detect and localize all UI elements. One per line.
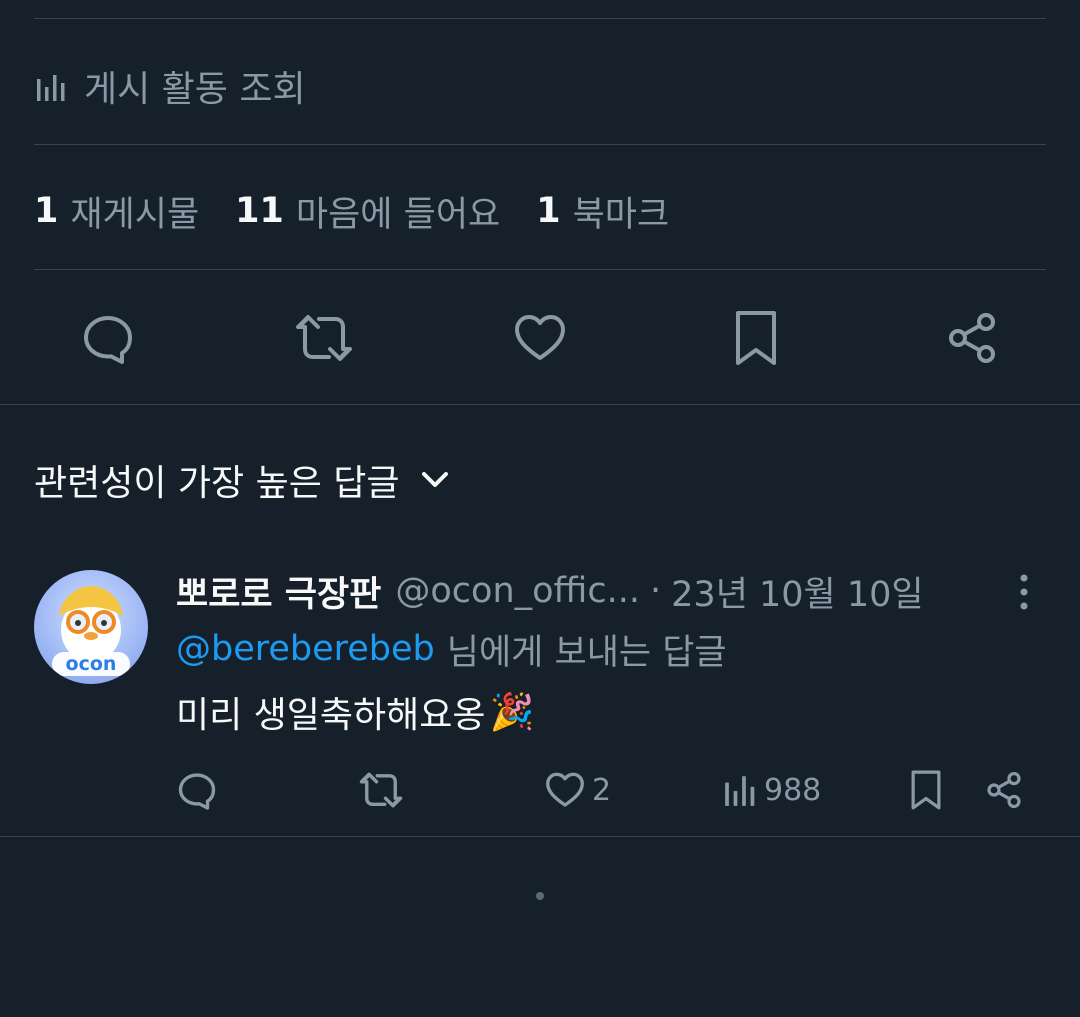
repost-icon: [294, 310, 354, 366]
engagement-stats: 1 재게시물 11 마음에 들어요 1 북마크: [34, 186, 705, 236]
repost-button[interactable]: [294, 308, 354, 368]
reply-date[interactable]: 23년 10월 10일: [671, 566, 923, 617]
header-separator: ·: [650, 571, 662, 611]
replying-to: @bereberebeb 님에게 보내는 답글: [176, 624, 727, 674]
share-icon: [984, 770, 1024, 810]
post-analytics-link[interactable]: 게시 활동 조회: [34, 58, 306, 114]
reply-sort-dropdown[interactable]: 관련성이 가장 높은 답글: [34, 452, 450, 508]
likes-count: 11: [235, 191, 284, 231]
reply-repost-button[interactable]: [358, 766, 404, 814]
reply-reply-button[interactable]: [176, 766, 218, 814]
divider-stats: [34, 269, 1046, 270]
reply-body: 미리 생일축하해요옹 🎉: [176, 685, 534, 739]
share-button[interactable]: [942, 308, 1002, 368]
like-icon: [512, 310, 568, 366]
reply-text: 미리 생일축하해요옹: [176, 695, 486, 736]
bookmark-icon: [906, 768, 946, 812]
loading-indicator: [536, 892, 544, 900]
divider-top: [34, 18, 1046, 19]
divider-analytics: [34, 144, 1046, 145]
reply-bookmark-button[interactable]: [906, 766, 946, 814]
reply-like-button[interactable]: 2: [544, 766, 611, 814]
party-popper-icon: 🎉: [489, 692, 535, 733]
bookmark-button[interactable]: [726, 308, 786, 368]
reply-icon: [80, 310, 136, 366]
like-button[interactable]: [510, 308, 570, 368]
divider-reply: [0, 836, 1080, 837]
likes-label: 마음에 들어요: [295, 194, 501, 235]
reposts-stat[interactable]: 1 재게시물: [34, 186, 199, 237]
reply-button[interactable]: [78, 308, 138, 368]
share-icon: [944, 310, 1000, 366]
more-vertical-icon: [1019, 572, 1029, 612]
reply-author-name[interactable]: 뽀로로 극장판: [176, 566, 381, 617]
avatar[interactable]: ocon: [34, 570, 148, 684]
reply-views-button[interactable]: 988: [722, 766, 821, 814]
analytics-bars-icon: [34, 69, 68, 103]
replying-to-label: 님에게 보내는 답글: [446, 632, 727, 673]
repost-icon: [358, 769, 404, 811]
reply-author-handle[interactable]: @ocon_offic...: [395, 571, 640, 611]
bookmarks-label: 북마크: [572, 194, 670, 235]
analytics-label: 게시 활동 조회: [84, 69, 306, 110]
reposts-count: 1: [34, 191, 59, 231]
reply-share-button[interactable]: [984, 766, 1024, 814]
reply-like-count: 2: [592, 772, 612, 808]
reply-icon: [176, 769, 218, 811]
analytics-bars-icon: [722, 772, 758, 808]
reply-action-bar: 2 988: [0, 760, 1080, 820]
mention-link[interactable]: @bereberebeb: [176, 629, 435, 669]
bookmark-icon: [728, 308, 784, 368]
more-options-button[interactable]: [1004, 570, 1044, 614]
likes-stat[interactable]: 11 마음에 들어요: [235, 186, 500, 237]
like-icon: [544, 769, 586, 811]
bookmarks-count: 1: [536, 191, 561, 231]
reply-sort-label: 관련성이 가장 높은 답글: [34, 463, 400, 504]
chevron-down-icon: [420, 469, 450, 491]
post-action-bar: [0, 300, 1080, 380]
bookmarks-stat[interactable]: 1 북마크: [536, 186, 669, 237]
reposts-label: 재게시물: [70, 194, 200, 235]
avatar-logo-text: ocon: [66, 653, 117, 675]
reply-view-count: 988: [764, 772, 822, 808]
divider-actions: [0, 404, 1080, 405]
reply-header: 뽀로로 극장판 @ocon_offic... · 23년 10월 10일: [176, 566, 1036, 616]
